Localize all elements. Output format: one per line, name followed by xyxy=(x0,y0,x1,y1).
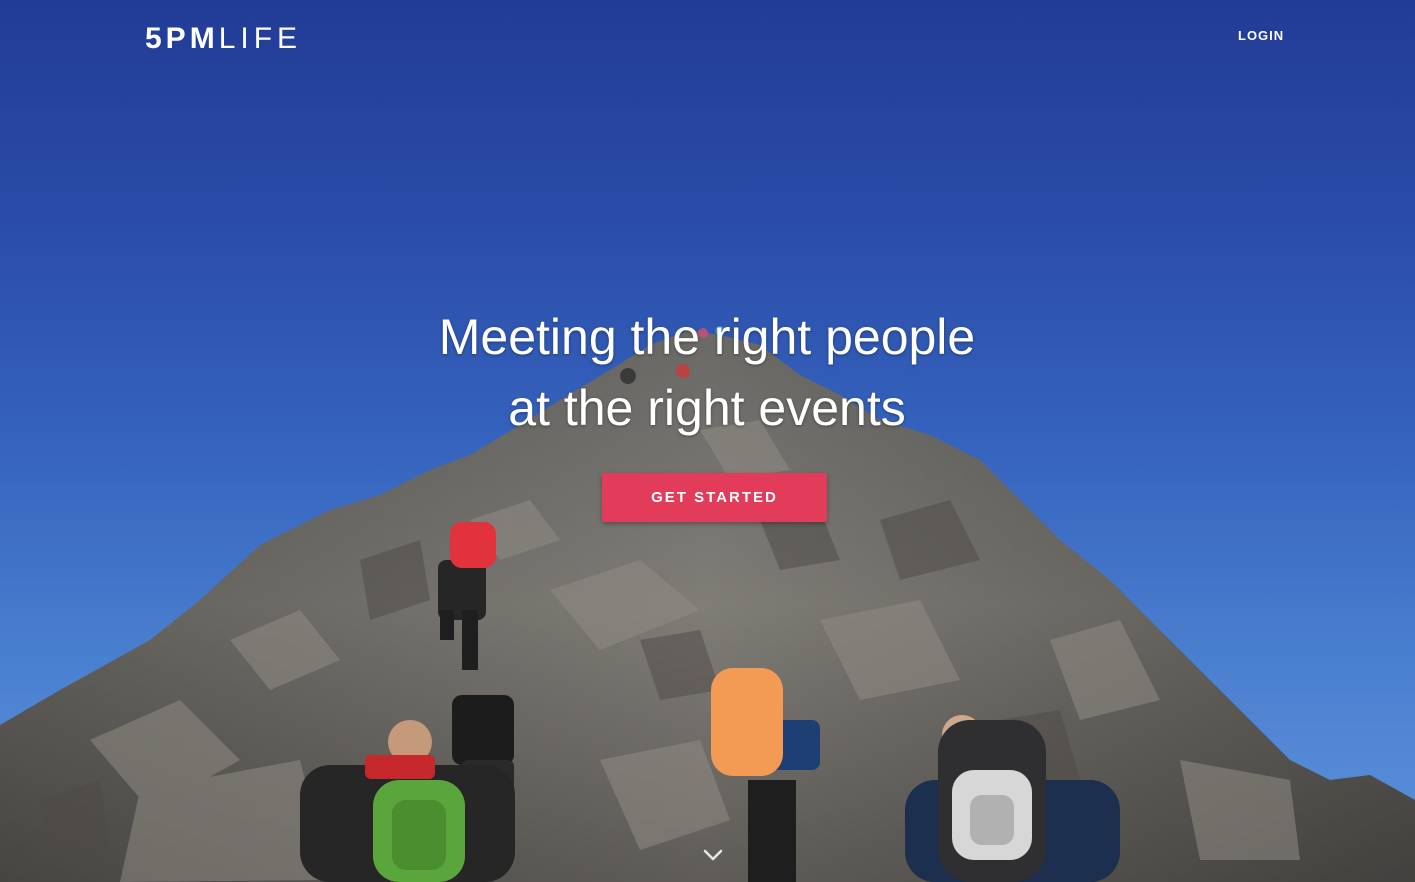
headline-line-1: Meeting the right people xyxy=(438,309,976,365)
logo-bold-text: 5PM xyxy=(145,22,219,55)
chevron-down-icon xyxy=(703,849,723,861)
logo-light-text: LIFE xyxy=(218,22,303,55)
hero-headline: Meeting the right people at the right ev… xyxy=(307,302,1107,444)
scroll-down-button[interactable] xyxy=(700,843,726,867)
top-navbar: 5PMLIFE LOGIN xyxy=(0,0,1415,80)
get-started-button[interactable]: GET STARTED xyxy=(602,473,827,522)
hero-section: 5PMLIFE LOGIN Meeting the right people a… xyxy=(0,0,1415,882)
login-link[interactable]: LOGIN xyxy=(1238,28,1284,43)
headline-line-2: at the right events xyxy=(508,380,906,436)
brand-logo[interactable]: 5PMLIFE xyxy=(145,22,302,56)
